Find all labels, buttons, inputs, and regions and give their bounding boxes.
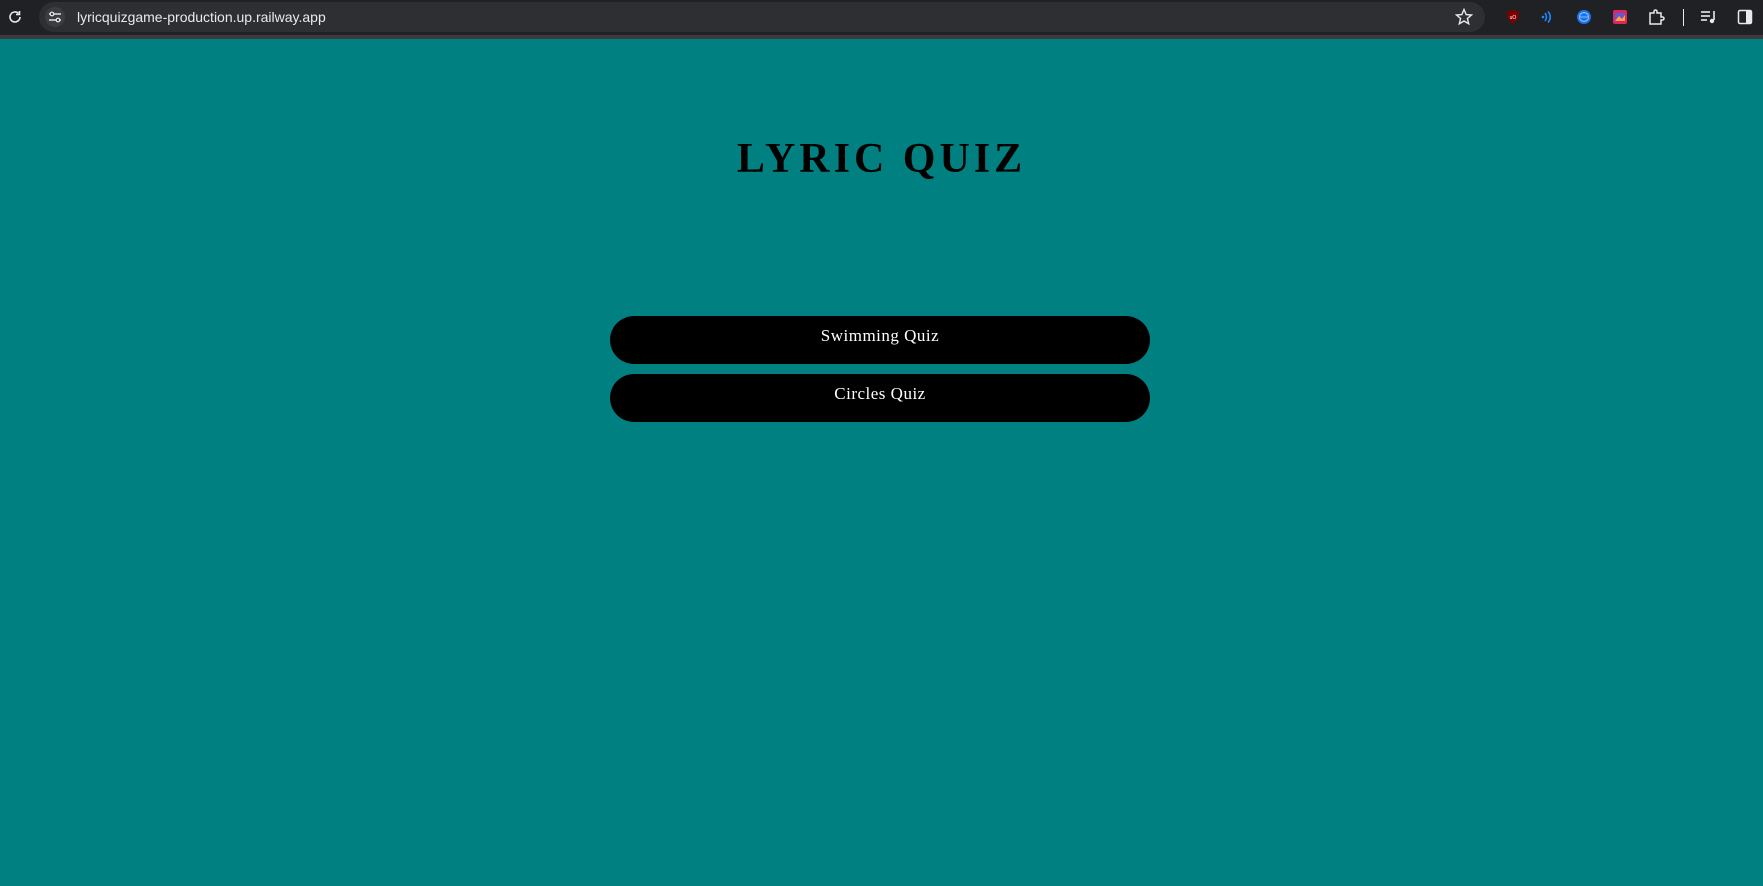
address-bar[interactable]: lyricquizgame-production.up.railway.app	[39, 2, 1485, 32]
extensions-puzzle-icon[interactable]	[1646, 7, 1666, 27]
circles-quiz-button[interactable]: Circles Quiz	[610, 374, 1150, 422]
media-controls-icon[interactable]	[1699, 7, 1719, 27]
colorful-extension-icon[interactable]	[1610, 7, 1630, 27]
ublock-extension-icon[interactable]: uO	[1503, 7, 1523, 27]
side-panel-icon[interactable]	[1735, 7, 1755, 27]
page-content: LYRIC QUIZ Swimming Quiz Circles Quiz	[0, 39, 1763, 886]
svg-text:uO: uO	[1510, 15, 1517, 21]
page-title: LYRIC QUIZ	[736, 136, 1027, 182]
browser-toolbar: lyricquizgame-production.up.railway.app …	[0, 0, 1763, 39]
bookmark-star-icon[interactable]	[1454, 7, 1474, 26]
reload-icon[interactable]	[5, 7, 25, 27]
toolbar-divider	[1683, 9, 1684, 26]
site-info-icon[interactable]	[45, 7, 65, 27]
read-aloud-extension-icon[interactable]	[1538, 7, 1558, 27]
swimming-quiz-button[interactable]: Swimming Quiz	[610, 316, 1150, 364]
url-text[interactable]: lyricquizgame-production.up.railway.app	[77, 8, 326, 26]
globe-extension-icon[interactable]	[1574, 7, 1594, 27]
